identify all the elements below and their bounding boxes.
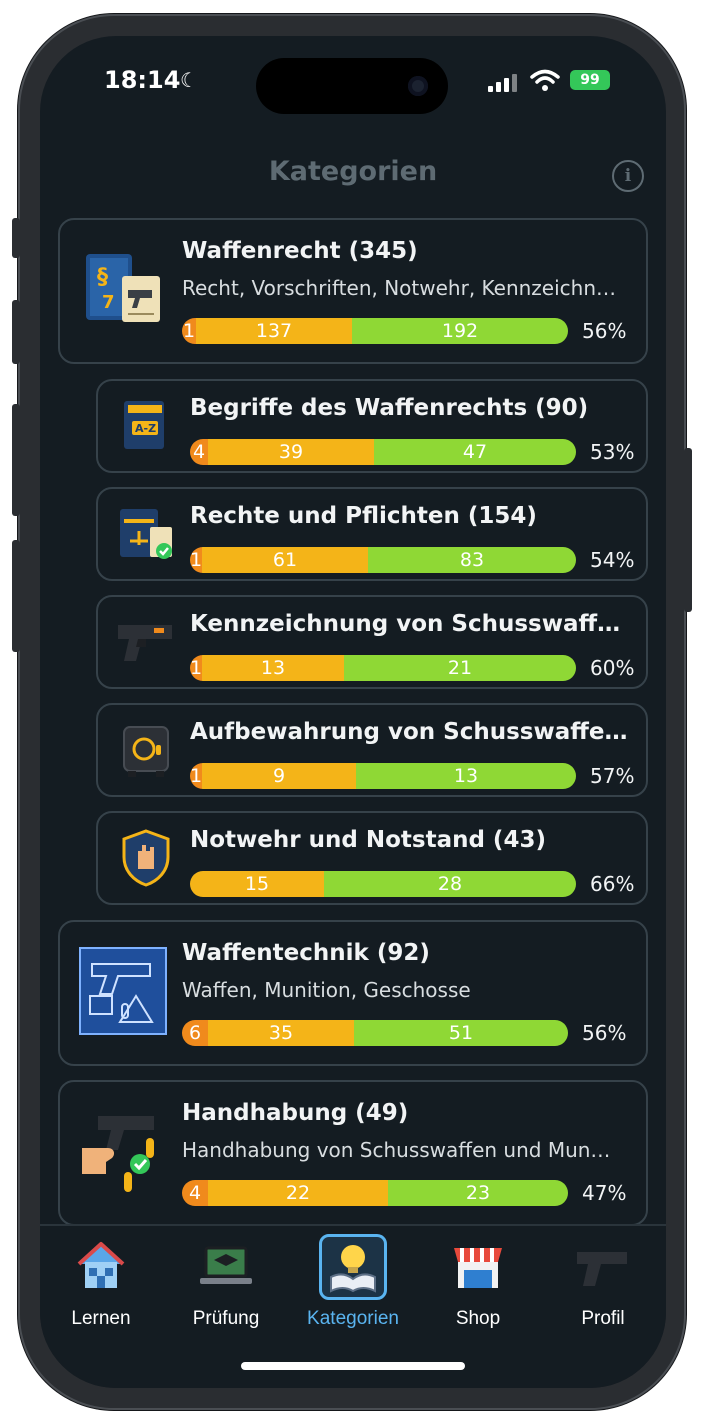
correct-count: 28 (324, 871, 576, 897)
open-count: 22 (208, 1180, 388, 1206)
open-count: 15 (190, 871, 324, 897)
subcategory-title: Notwehr und Notstand (43) (190, 827, 546, 853)
dictionary-book-icon: A-Z (124, 401, 164, 449)
correct-count: 21 (344, 655, 576, 681)
category-subtitle: Recht, Vorschriften, Notwehr, Kennzeichn… (182, 276, 617, 300)
law-scale-book-icon (120, 509, 172, 559)
screen: 18:14 ☾ 99 Kategorien i § 7 Waffenrecht … (40, 36, 666, 1388)
wrong-count: 1 (190, 547, 203, 573)
category-title: Waffentechnik (92) (182, 940, 430, 966)
category-card-waffenrecht[interactable]: § 7 Waffenrecht (345) Recht, Vorschrifte… (58, 218, 648, 364)
correct-count: 51 (354, 1020, 568, 1046)
pistol-icon (118, 625, 172, 661)
volume-up-button (12, 300, 20, 364)
nav-label: Kategorien (307, 1308, 399, 1329)
camera-icon (408, 76, 428, 96)
progress-bar: 1 137 192 (182, 318, 568, 344)
correct-count: 13 (356, 763, 576, 789)
nav-label: Prüfung (192, 1308, 260, 1329)
category-card-handhabung[interactable]: Handhabung (49) Handhabung von Schusswaf… (58, 1080, 648, 1226)
category-title: Waffenrecht (345) (182, 238, 418, 264)
open-count: 13 (202, 655, 344, 681)
svg-text:A-Z: A-Z (135, 422, 156, 435)
home-indicator[interactable] (241, 1362, 465, 1370)
subcategory-card-notwehr[interactable]: Notwehr und Notstand (43) 15 28 66% (96, 811, 648, 905)
hand-pistol-icon (82, 1116, 154, 1192)
category-subtitle: Waffen, Munition, Geschosse (182, 978, 471, 1002)
svg-text:§: § (97, 265, 108, 290)
progress-percent: 57% (590, 764, 635, 788)
progress-percent: 53% (590, 440, 635, 464)
category-title: Handhabung (49) (182, 1100, 409, 1126)
open-count: 35 (208, 1020, 354, 1046)
progress-percent: 60% (590, 656, 635, 680)
progress-bar: 1 61 83 (190, 547, 576, 573)
volume-button (12, 540, 20, 652)
subcategory-title: Rechte und Pflichten (154) (190, 503, 537, 529)
subcategory-title: Kennzeichnung von Schusswaffen u… (190, 611, 632, 637)
shop-icon (454, 1248, 502, 1288)
safe-icon (123, 726, 169, 777)
progress-percent: 66% (590, 872, 635, 896)
correct-count: 192 (352, 318, 568, 344)
house-icon (77, 1242, 125, 1288)
nav-label: Lernen (71, 1308, 131, 1329)
weapon-blueprint-icon (79, 947, 167, 1035)
correct-count: 23 (388, 1180, 568, 1206)
info-icon[interactable]: i (612, 160, 644, 192)
active-tab-highlight (319, 1234, 387, 1300)
subcategory-card-aufbewahrung[interactable]: Aufbewahrung von Schusswaffen un… 1 9 13… (96, 703, 648, 797)
progress-bar: 1 13 21 (190, 655, 576, 681)
progress-bar: 1 9 13 (190, 763, 576, 789)
correct-count: 47 (374, 439, 576, 465)
wifi-icon (530, 69, 560, 91)
progress-bar: 6 35 51 (182, 1020, 568, 1046)
correct-count: 83 (368, 547, 576, 573)
open-count: 137 (196, 318, 352, 344)
moon-icon: ☾ (180, 68, 198, 92)
category-card-waffentechnik[interactable]: Waffentechnik (92) Waffen, Munition, Ges… (58, 920, 648, 1066)
open-count: 39 (208, 439, 374, 465)
wrong-count: 1 (190, 763, 203, 789)
battery-indicator: 99 (570, 70, 610, 90)
dynamic-island (256, 58, 448, 114)
subcategory-card-begriffe[interactable]: A-Z Begriffe des Waffenrechts (90) 4 39 … (96, 379, 648, 473)
shield-hand-icon (122, 829, 170, 887)
progress-percent: 56% (582, 1021, 627, 1045)
open-count: 9 (202, 763, 356, 789)
laptop-graduation-icon (200, 1246, 252, 1284)
lightbulb-book-icon (330, 1245, 376, 1293)
wrong-count: 4 (190, 439, 208, 465)
wrong-count: 1 (190, 655, 203, 681)
mute-switch (12, 218, 20, 258)
svg-text:7: 7 (102, 292, 115, 313)
open-count: 61 (202, 547, 368, 573)
power-button (684, 448, 692, 612)
pistol-icon (577, 1252, 627, 1286)
status-time: 18:14 (104, 66, 181, 94)
subcategory-title: Aufbewahrung von Schusswaffen un… (190, 719, 632, 745)
progress-bar: 15 28 (190, 871, 576, 897)
progress-bar: 4 39 47 (190, 439, 576, 465)
volume-down-button (12, 404, 20, 516)
progress-percent: 47% (582, 1181, 627, 1205)
progress-bar: 4 22 23 (182, 1180, 568, 1206)
progress-percent: 54% (590, 548, 635, 572)
wrong-count: 1 (182, 318, 196, 344)
subcategory-card-kennzeichnung[interactable]: Kennzeichnung von Schusswaffen u… 1 13 2… (96, 595, 648, 689)
signal-icon (488, 74, 518, 92)
nav-label: Shop (455, 1308, 501, 1329)
wrong-count: 6 (182, 1020, 208, 1046)
subcategory-card-rechte-pflichten[interactable]: Rechte und Pflichten (154) 1 61 83 54% (96, 487, 648, 581)
subcategory-title: Begriffe des Waffenrechts (90) (190, 395, 589, 421)
nav-label: Profil (581, 1308, 625, 1329)
progress-percent: 56% (582, 319, 627, 343)
wrong-count: 4 (182, 1180, 208, 1206)
category-subtitle: Handhabung von Schusswaffen und Mun… (182, 1138, 611, 1162)
law-book-icon: § 7 (86, 254, 160, 322)
page-title: Kategorien (268, 156, 438, 187)
